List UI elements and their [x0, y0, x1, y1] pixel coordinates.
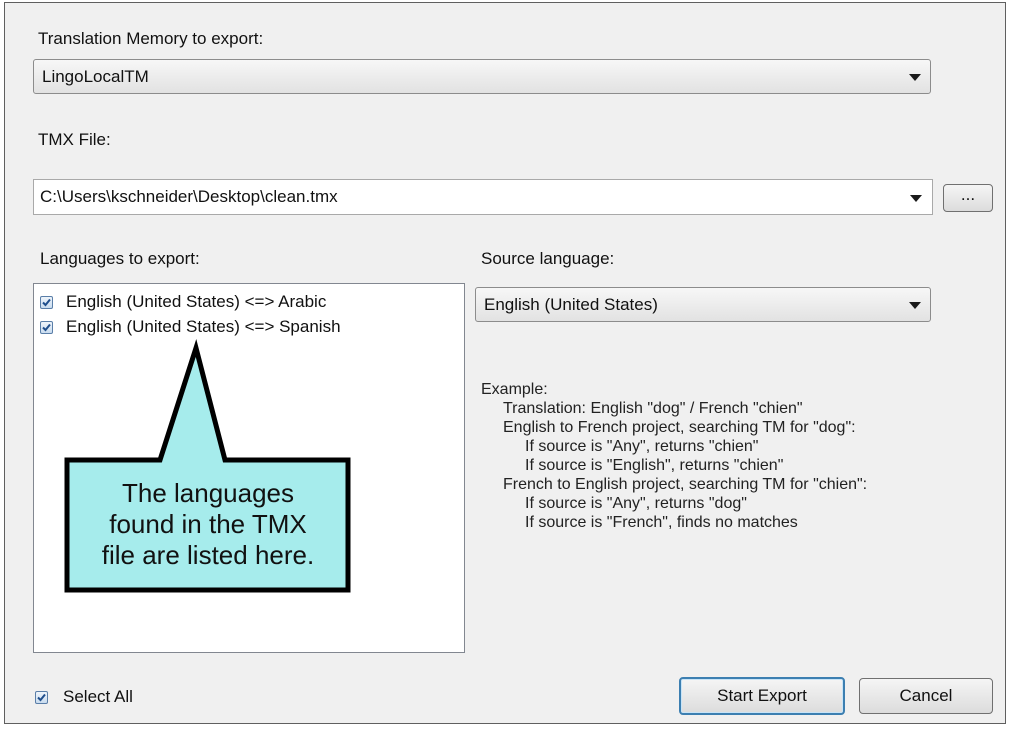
- example-line: If source is "English", returns "chien": [525, 457, 784, 474]
- select-all-label: Select All: [63, 687, 133, 706]
- source-language-value: English (United States): [484, 295, 658, 314]
- cancel-button[interactable]: Cancel: [859, 678, 993, 714]
- browse-button[interactable]: ...: [943, 184, 993, 212]
- start-export-button[interactable]: Start Export: [679, 677, 845, 715]
- select-all-check[interactable]: [35, 691, 48, 704]
- example-line: English to French project, searching TM …: [503, 419, 856, 436]
- checkmark-icon: [42, 323, 51, 332]
- source-language-label: Source language:: [481, 249, 615, 268]
- tm-export-label: Translation Memory to export:: [38, 29, 264, 48]
- example-line: French to English project, searching TM …: [503, 476, 868, 493]
- source-language-dropdown[interactable]: English (United States): [475, 287, 931, 322]
- start-export-label: Start Export: [717, 686, 807, 705]
- language-pair-label: English (United States) <=> Spanish: [66, 317, 341, 336]
- chevron-down-icon: [909, 74, 921, 81]
- checkbox-arabic[interactable]: [40, 296, 53, 309]
- chevron-down-icon: [909, 302, 921, 309]
- tmx-file-path-value: C:\Users\kschneider\Desktop\clean.tmx: [40, 187, 338, 206]
- checkbox-spanish[interactable]: [40, 321, 53, 334]
- tmx-file-label: TMX File:: [38, 130, 111, 149]
- example-heading: Example:: [481, 381, 548, 398]
- tm-export-value: LingoLocalTM: [42, 67, 149, 86]
- checkmark-icon: [37, 693, 46, 702]
- export-tm-dialog: Translation Memory to export: LingoLocal…: [4, 2, 1006, 724]
- browse-button-label: ...: [960, 185, 976, 204]
- tmx-file-path-input[interactable]: C:\Users\kschneider\Desktop\clean.tmx: [33, 179, 933, 215]
- tm-export-dropdown[interactable]: LingoLocalTM: [33, 59, 931, 94]
- languages-label: Languages to export:: [40, 249, 200, 268]
- chevron-down-icon[interactable]: [910, 195, 922, 202]
- languages-list[interactable]: English (United States) <=> Arabic Engli…: [33, 283, 465, 653]
- select-all-checkbox[interactable]: Select All: [33, 687, 173, 709]
- language-pair-label: English (United States) <=> Arabic: [66, 292, 327, 311]
- checkmark-icon: [42, 298, 51, 307]
- example-line: Translation: English "dog" / French "chi…: [503, 400, 803, 417]
- example-line: If source is "Any", returns "chien": [525, 438, 759, 455]
- example-line: If source is "Any", returns "dog": [525, 495, 747, 512]
- cancel-label: Cancel: [899, 686, 953, 705]
- example-line: If source is "French", finds no matches: [525, 514, 798, 531]
